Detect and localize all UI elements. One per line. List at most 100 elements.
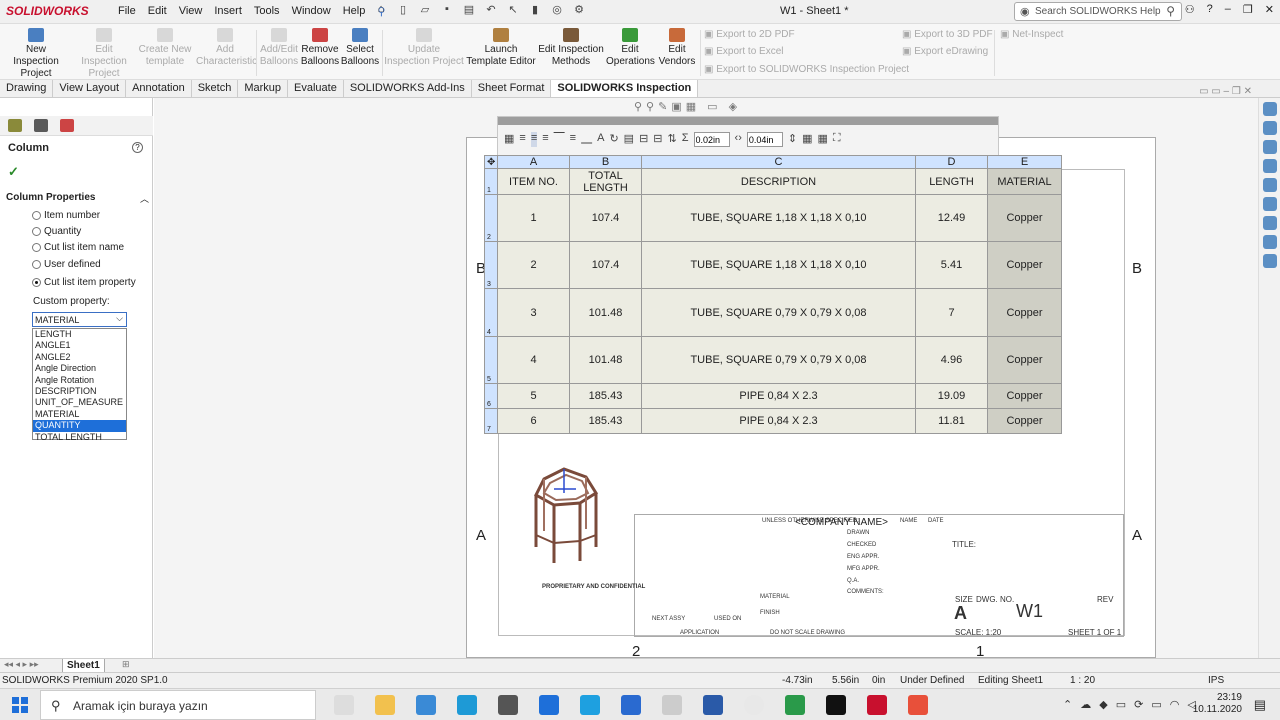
chrome-icon[interactable] — [744, 695, 764, 715]
chevron-down-icon[interactable]: ⌵ — [116, 313, 123, 324]
open-icon[interactable]: ▱ — [416, 3, 434, 19]
border-width-input-1[interactable] — [693, 132, 730, 147]
dropbox-icon[interactable]: ◆ — [1099, 698, 1107, 711]
unit-system[interactable]: IPS — [1208, 675, 1224, 686]
row-number[interactable]: 1 — [484, 168, 498, 195]
taskbar-search-box[interactable]: ⚲ Aramak için buraya yazın — [40, 690, 316, 720]
table-header-icon[interactable]: ▤ — [624, 132, 634, 147]
option-angle2[interactable]: ANGLE2 — [33, 352, 126, 363]
table-cell[interactable]: 5 — [497, 383, 570, 409]
add-characteristic-button[interactable]: Add Characteristic — [196, 28, 257, 68]
align-right-icon[interactable]: ≡ — [542, 132, 548, 147]
word-icon[interactable] — [703, 695, 723, 715]
tray-arrow-icon[interactable]: ⌃ — [1063, 698, 1072, 711]
sync-icon[interactable]: ⟳ — [1134, 698, 1143, 711]
text-angle-icon[interactable]: A — [597, 132, 604, 147]
radio-item-number[interactable]: Item number — [32, 210, 100, 221]
radio-quantity[interactable]: Quantity — [32, 226, 81, 237]
table-cell[interactable]: Copper — [987, 194, 1062, 242]
table-cell[interactable]: Copper — [987, 288, 1062, 337]
border-style-icon[interactable]: ▦ — [802, 132, 812, 147]
merge-cells-icon[interactable]: ⊟ — [653, 132, 662, 147]
align-top-icon[interactable]: ⎺ — [554, 132, 565, 147]
view-heads-up-toolbar[interactable]: ⚲⚲✎▣▦ ▭ ◈ — [634, 100, 741, 113]
export-excel-button[interactable]: ▣ Export to Excel — [704, 46, 784, 57]
print-icon[interactable]: ▤ — [460, 3, 478, 19]
select-icon[interactable]: ↖ — [504, 3, 522, 19]
windows-start-icon[interactable] — [12, 697, 28, 713]
header-length[interactable]: LENGTH — [915, 168, 988, 195]
header-total-length[interactable]: TOTAL LENGTH — [569, 168, 642, 195]
table-cell[interactable]: 107.4 — [569, 194, 642, 242]
border-width-input-2[interactable] — [746, 132, 783, 147]
table-cell[interactable]: 185.43 — [569, 408, 642, 434]
minimize-icon[interactable]: – — [1225, 3, 1231, 16]
table-cell[interactable]: 4 — [497, 336, 570, 384]
row-number[interactable]: 4 — [484, 288, 498, 337]
task-view-icon[interactable] — [334, 695, 354, 715]
menu-tools[interactable]: Tools — [254, 5, 280, 18]
table-cell[interactable]: TUBE, SQUARE 1,18 X 1,18 X 0,10 — [641, 194, 916, 242]
options-icon[interactable]: ⚙ — [570, 3, 588, 19]
table-cell[interactable]: 4.96 — [915, 336, 988, 384]
table-cell[interactable]: 6 — [497, 408, 570, 434]
option-quantity[interactable]: QUANTITY — [33, 420, 126, 432]
rebuild-icon[interactable]: ▮ — [526, 3, 544, 19]
row-number[interactable]: 3 — [484, 241, 498, 289]
menu-edit[interactable]: Edit — [148, 5, 167, 18]
export-edrawing-button[interactable]: ▣ Export eDrawing — [902, 46, 988, 57]
resources-icon[interactable] — [1263, 102, 1277, 116]
option-angle-direction[interactable]: Angle Direction — [33, 363, 126, 374]
update-inspection-project-button[interactable]: Update Inspection Project — [384, 28, 464, 68]
home-icon[interactable] — [1263, 121, 1277, 135]
radio-cut-list-item-property[interactable]: Cut list item property — [32, 277, 136, 288]
solidworks-icon[interactable] — [867, 695, 887, 715]
table-cell[interactable]: 107.4 — [569, 241, 642, 289]
tab-drawing[interactable]: Drawing — [0, 80, 54, 97]
table-cell[interactable]: 12.49 — [915, 194, 988, 242]
net-inspect-button[interactable]: ▣ Net-Inspect — [1000, 29, 1063, 40]
file-explorer-icon[interactable] — [1263, 159, 1277, 173]
model-view-preview[interactable] — [524, 465, 604, 570]
align-middle-icon[interactable]: ≡ — [570, 132, 576, 147]
add-edit-balloons-button[interactable]: Add/Edit Balloons — [258, 28, 300, 68]
table-cell[interactable]: TUBE, SQUARE 1,18 X 1,18 X 0,10 — [641, 241, 916, 289]
row-number[interactable]: 2 — [484, 194, 498, 242]
undo-icon[interactable]: ↶ — [482, 3, 500, 19]
add-sheet-icon[interactable]: ⊞ — [122, 659, 130, 670]
table-cell[interactable]: 1 — [497, 194, 570, 242]
tab-annotation[interactable]: Annotation — [126, 80, 192, 97]
align-center-icon[interactable]: ≡ — [530, 132, 538, 147]
header-description[interactable]: DESCRIPTION — [641, 168, 916, 195]
radio-cut-list-item-name[interactable]: Cut list item name — [32, 242, 124, 253]
table-cell[interactable]: 7 — [915, 288, 988, 337]
table-cell[interactable]: 101.48 — [569, 288, 642, 337]
radio-dot[interactable] — [32, 243, 41, 252]
file-explorer-icon[interactable] — [375, 695, 395, 715]
sort-icon[interactable]: ⇅ — [668, 132, 677, 147]
file-properties-icon[interactable]: ◎ — [548, 3, 566, 19]
custom-property-select[interactable]: MATERIAL ⌵ — [32, 312, 127, 327]
tab-markup[interactable]: Markup — [238, 80, 289, 97]
menu-insert[interactable]: Insert — [214, 5, 242, 18]
table-cell[interactable]: Copper — [987, 383, 1062, 409]
option-material[interactable]: MATERIAL — [33, 409, 126, 420]
option-length[interactable]: LENGTH — [33, 329, 126, 340]
table-cell[interactable]: PIPE 0,84 X 2.3 — [641, 383, 916, 409]
table-move-handle[interactable]: ✥ — [484, 155, 498, 169]
option-description[interactable]: DESCRIPTION — [33, 386, 126, 397]
option-angle-rotation[interactable]: Angle Rotation — [33, 375, 126, 386]
column-letter-d[interactable]: D — [915, 155, 988, 169]
new-inspection-project-button[interactable]: New Inspection Project — [4, 28, 68, 80]
tab-evaluate[interactable]: Evaluate — [288, 80, 344, 97]
radio-dot-selected[interactable] — [32, 278, 41, 287]
keyboard-icon[interactable]: ▭ — [1151, 698, 1161, 711]
design-library-icon[interactable] — [1263, 140, 1277, 154]
spinner-icon[interactable]: ⇕ — [788, 132, 797, 147]
align-left-icon[interactable]: ≡ — [519, 132, 525, 147]
table-cell[interactable]: 2 — [497, 241, 570, 289]
sheet-tab[interactable]: Sheet1 — [62, 659, 105, 673]
tab-solidworks-inspection[interactable]: SOLIDWORKS Inspection — [551, 80, 699, 97]
radio-dot[interactable] — [32, 227, 41, 236]
new-document-icon[interactable]: ▯ — [394, 3, 412, 19]
